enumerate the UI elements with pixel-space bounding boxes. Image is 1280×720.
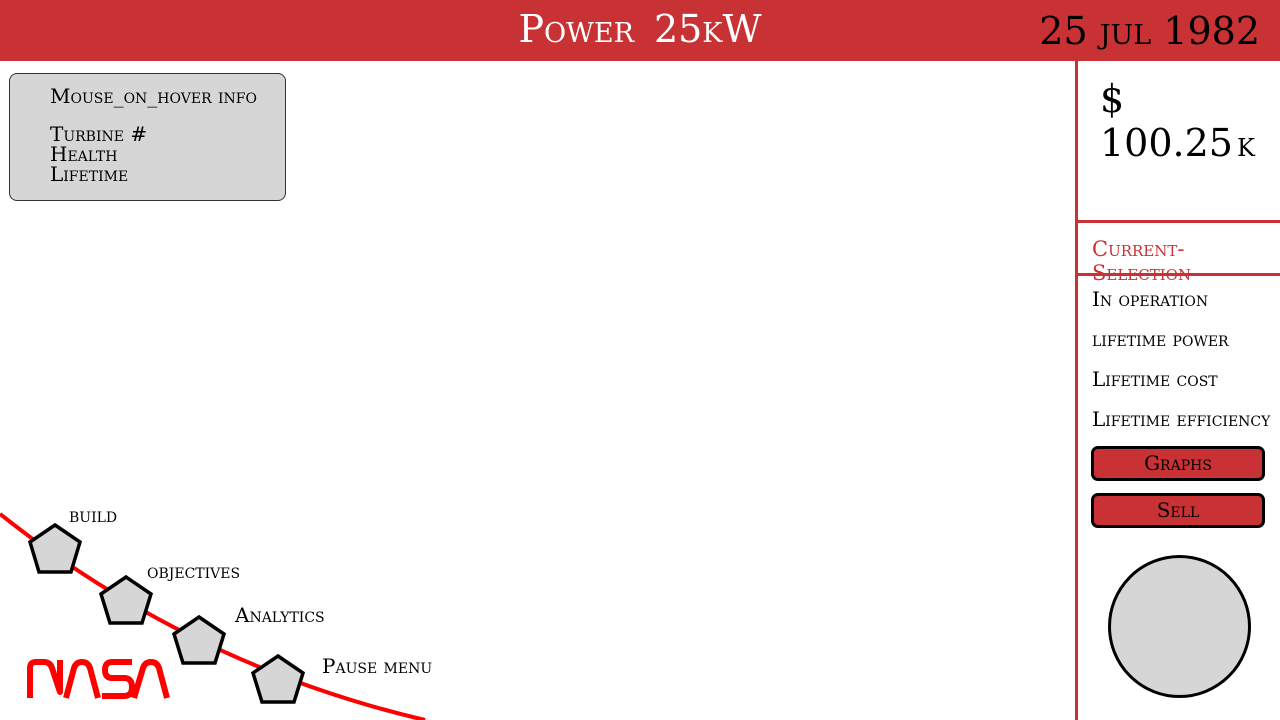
money-display: $ 100.25 k — [1100, 77, 1280, 165]
build-menu-button[interactable] — [27, 522, 83, 574]
game-date: 25 jul 1982 — [1039, 9, 1260, 53]
pause-menu-button[interactable] — [250, 653, 306, 704]
objectives-pentagon-icon — [98, 574, 154, 625]
stat-lifetime-cost: Lifetime cost — [1092, 367, 1218, 391]
sell-button[interactable]: Sell — [1091, 493, 1265, 528]
pause-pentagon-icon — [250, 653, 306, 704]
money-unit: k — [1236, 125, 1255, 165]
analytics-pentagon-icon — [171, 614, 227, 665]
sidebar-divider — [1075, 61, 1078, 720]
nasa-logo — [27, 659, 170, 699]
minimap-circle[interactable] — [1108, 555, 1251, 698]
hover-info-lifetime: Lifetime — [50, 162, 129, 186]
stat-lifetime-efficiency: Lifetime efficiency — [1092, 407, 1271, 431]
money-value: $ 100.25 — [1100, 77, 1233, 165]
hover-info-lines: Turbine # Health Lifetime — [50, 124, 147, 184]
menu-label-pause[interactable]: Pause menu — [322, 654, 432, 678]
analytics-menu-button[interactable] — [171, 614, 227, 665]
menu-label-analytics[interactable]: Analytics — [235, 603, 325, 627]
graphs-button[interactable]: Graphs — [1091, 446, 1265, 481]
menu-label-build[interactable]: build — [69, 503, 117, 527]
menu-label-objectives[interactable]: objectives — [147, 559, 240, 583]
power-label: Power — [518, 7, 634, 51]
hover-info-title: Mouse_on_hover info — [50, 84, 257, 108]
stat-lifetime-power: lifetime power — [1092, 327, 1229, 351]
build-pentagon-icon — [27, 522, 83, 574]
hover-info-health: Health — [50, 142, 118, 166]
hover-info-panel: Mouse_on_hover info Turbine # Health Lif… — [9, 73, 286, 201]
hover-info-turbine: Turbine # — [50, 122, 148, 146]
sidebar-separator-bottom — [1077, 273, 1280, 276]
sidebar-separator-top — [1077, 220, 1280, 223]
objectives-menu-button[interactable] — [98, 574, 154, 625]
power-value: 25kW — [653, 7, 762, 51]
right-sidebar: $ 100.25 k Current-Selection In operation… — [1075, 61, 1280, 720]
current-selection-heading: Current-Selection — [1092, 237, 1192, 285]
stat-in-operation: In operation — [1092, 287, 1209, 311]
